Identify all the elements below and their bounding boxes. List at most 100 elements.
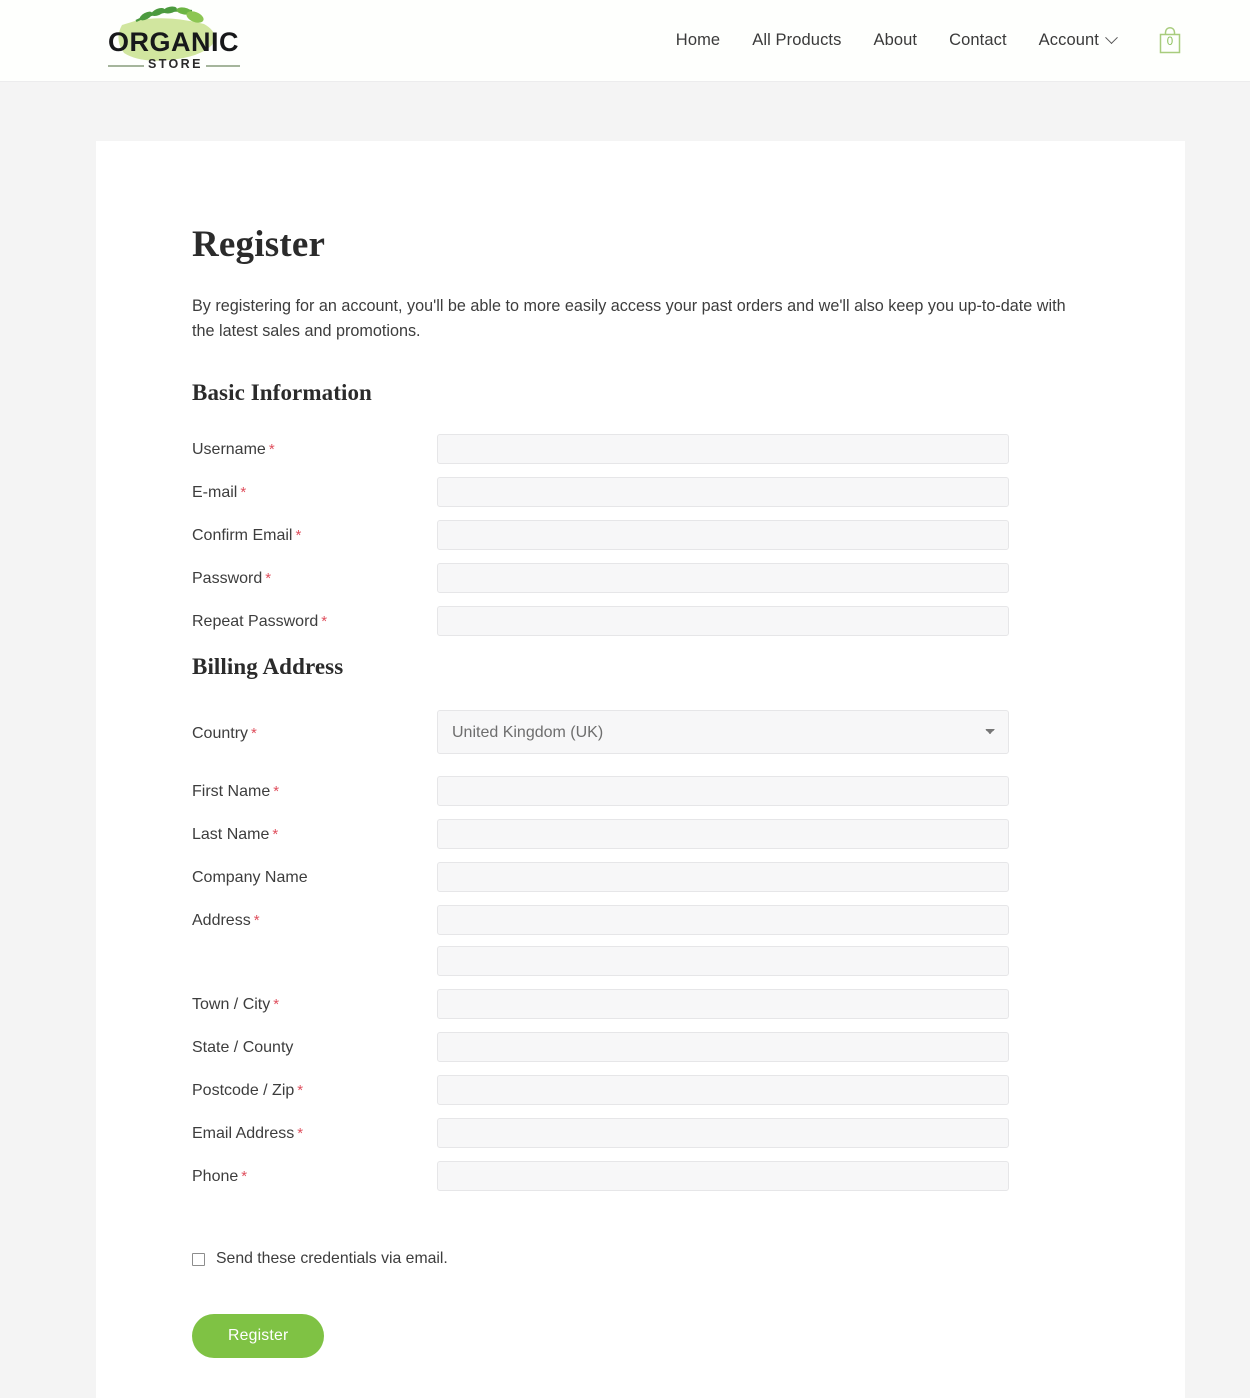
field-wrapper-email (437, 477, 1009, 508)
form-row-email: E-mail * (192, 477, 1089, 511)
address-line-2-input[interactable] (437, 946, 1009, 977)
main-navigation: Home All Products About Contact Account … (660, 24, 1186, 58)
email-input[interactable] (437, 477, 1009, 508)
email-address-input[interactable] (437, 1118, 1009, 1149)
field-wrapper-first-name (437, 776, 1009, 807)
confirm-email-input[interactable] (437, 520, 1009, 551)
nav-label-about: About (873, 31, 918, 49)
chevron-down-icon (1105, 31, 1118, 45)
required-asterisk: * (321, 613, 328, 631)
label-phone: Phone * (192, 1161, 437, 1188)
nav-item-about[interactable]: About (857, 25, 933, 56)
town-city-input[interactable] (437, 989, 1009, 1020)
label-state-county: State / County (192, 1032, 437, 1059)
label-text-email: E-mail (192, 484, 238, 502)
required-asterisk: * (268, 441, 275, 459)
label-address-line-2 (192, 946, 437, 952)
required-asterisk: * (251, 725, 257, 743)
label-text-address: Address (192, 912, 251, 930)
required-asterisk: * (273, 783, 280, 801)
label-first-name: First Name * (192, 776, 437, 803)
nav-label-account: Account (1038, 31, 1099, 49)
nav-label-all-products: All Products (752, 31, 842, 49)
label-repeat-password: Repeat Password * (192, 606, 437, 633)
address-line-1-input[interactable] (437, 905, 1009, 936)
nav-item-home[interactable]: Home (660, 25, 736, 56)
state-county-input[interactable] (437, 1032, 1009, 1063)
form-row-username: Username * (192, 434, 1089, 468)
field-wrapper-confirm-email (437, 520, 1009, 551)
send-credentials-checkbox[interactable] (192, 1252, 205, 1266)
cart-count-badge: 0 (1166, 35, 1174, 48)
logo-svg: ORGANIC STORE (108, 6, 240, 71)
required-asterisk: * (265, 570, 272, 588)
section-title-basic-information: Basic Information (192, 380, 372, 406)
postcode-zip-input[interactable] (437, 1075, 1009, 1106)
nav-label-contact: Contact (949, 31, 1007, 49)
nav-item-all-products[interactable]: All Products (736, 25, 857, 56)
required-asterisk: * (253, 912, 260, 930)
register-card: Register By registering for an account, … (96, 141, 1185, 1398)
label-text-first-name: First Name (192, 783, 271, 801)
required-asterisk: * (241, 1168, 248, 1186)
send-credentials-label[interactable]: Send these credentials via email. (216, 1250, 448, 1268)
svg-text:ORGANIC: ORGANIC (108, 27, 239, 57)
username-input[interactable] (437, 434, 1009, 465)
first-name-input[interactable] (437, 776, 1009, 807)
form-row-repeat-password: Repeat Password * (192, 606, 1089, 640)
label-postcode-zip: Postcode / Zip * (192, 1075, 437, 1102)
site-logo[interactable]: ORGANIC STORE (100, 0, 250, 82)
label-text-phone: Phone (192, 1168, 239, 1186)
field-wrapper-username (437, 434, 1009, 465)
label-last-name: Last Name * (192, 819, 437, 846)
form-row-town-city: Town / City * (192, 989, 1089, 1023)
form-row-address-line-1: Address * (192, 905, 1089, 939)
required-asterisk: * (273, 996, 280, 1014)
label-text-repeat-password: Repeat Password (192, 613, 319, 631)
field-wrapper-address-line-2 (437, 946, 1009, 977)
register-submit-button[interactable]: Register (192, 1314, 325, 1359)
label-password: Password * (192, 563, 437, 590)
label-company-name: Company Name (192, 862, 437, 889)
nav-item-account[interactable]: Account (1023, 25, 1132, 56)
form-row-first-name: First Name * (192, 776, 1089, 810)
form-row-address-line-2 (192, 946, 1089, 980)
form-row-company-name: Company Name (192, 862, 1089, 896)
label-text-password: Password (192, 570, 263, 588)
form-row-last-name: Last Name * (192, 819, 1089, 853)
form-row-postcode-zip: Postcode / Zip * (192, 1075, 1089, 1109)
organic-store-logo-graphic: ORGANIC STORE (100, 5, 250, 77)
label-text-company-name: Company Name (192, 869, 308, 887)
site-header: ORGANIC STORE Home All Products About Co… (0, 0, 1250, 82)
field-wrapper-postcode-zip (437, 1075, 1009, 1106)
password-input[interactable] (437, 563, 1009, 594)
form-row-country: Country * United Kingdom (UK) (192, 710, 1089, 755)
field-wrapper-last-name (437, 819, 1009, 850)
field-wrapper-repeat-password (437, 606, 1009, 637)
label-text-last-name: Last Name (192, 826, 270, 844)
field-wrapper-password (437, 563, 1009, 594)
phone-input[interactable] (437, 1161, 1009, 1192)
page-area: Register By registering for an account, … (0, 82, 1250, 1398)
nav-item-contact[interactable]: Contact (933, 25, 1023, 56)
company-name-input[interactable] (437, 862, 1009, 893)
required-asterisk: * (297, 1082, 304, 1100)
label-text-confirm-email: Confirm Email (192, 527, 293, 545)
field-wrapper-phone (437, 1161, 1009, 1192)
label-address: Address * (192, 905, 437, 932)
intro-paragraph: By registering for an account, you'll be… (192, 297, 1066, 341)
label-text-town-city: Town / City (192, 996, 271, 1014)
label-username: Username * (192, 434, 437, 461)
field-wrapper-state-county (437, 1032, 1009, 1063)
country-select[interactable]: United Kingdom (UK) (437, 710, 1009, 755)
cart-button[interactable]: 0 (1154, 24, 1186, 58)
repeat-password-input[interactable] (437, 606, 1009, 637)
label-town-city: Town / City * (192, 989, 437, 1016)
last-name-input[interactable] (437, 819, 1009, 850)
form-row-confirm-email: Confirm Email * (192, 520, 1089, 554)
label-email-address: Email Address * (192, 1118, 437, 1145)
field-wrapper-country: United Kingdom (UK) (437, 710, 1009, 755)
form-row-phone: Phone * (192, 1161, 1089, 1195)
label-confirm-email: Confirm Email * (192, 520, 437, 547)
required-asterisk: * (272, 826, 279, 844)
